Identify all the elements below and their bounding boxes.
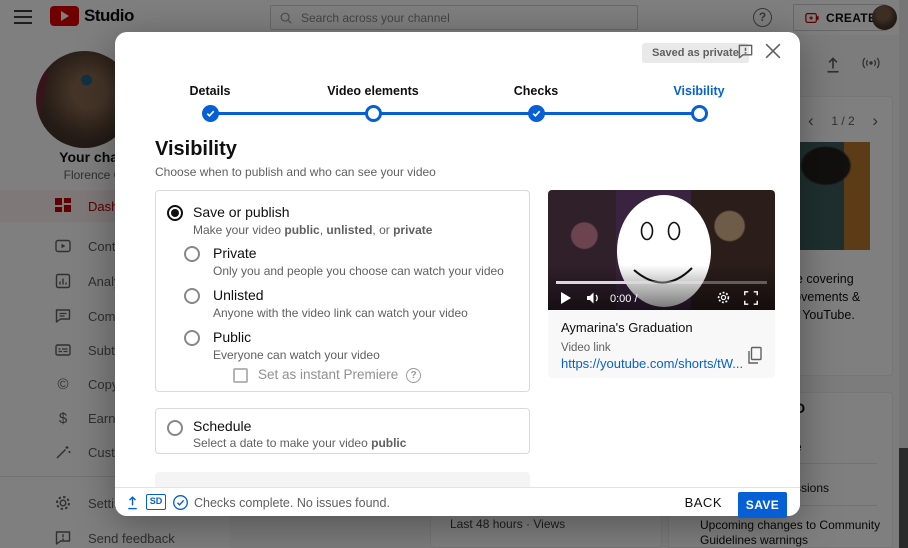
- checks-status-text: Checks complete. No issues found.: [194, 496, 390, 510]
- step-visibility-dot[interactable]: [691, 105, 708, 122]
- step-details-check-icon[interactable]: [202, 105, 219, 122]
- player-settings-icon[interactable]: [716, 290, 731, 305]
- unlisted-desc: Anyone with the video link can watch you…: [213, 306, 468, 320]
- step-label-checks[interactable]: Checks: [514, 84, 558, 98]
- private-radio[interactable]: [184, 246, 200, 262]
- step-checks-check-icon[interactable]: [528, 105, 545, 122]
- checks-complete-icon: [172, 494, 189, 511]
- private-label[interactable]: Private: [213, 245, 257, 261]
- video-info-panel: Aymarina's Graduation Video link https:/…: [548, 310, 775, 378]
- fullscreen-icon[interactable]: [744, 291, 758, 305]
- private-desc: Only you and people you choose can watch…: [213, 264, 504, 278]
- video-link-label: Video link: [561, 342, 611, 354]
- close-icon[interactable]: [765, 43, 783, 61]
- public-label[interactable]: Public: [213, 329, 251, 345]
- copy-link-icon[interactable]: [746, 346, 764, 366]
- save-or-publish-desc: Make your video public, unlisted, or pri…: [193, 223, 432, 237]
- step-label-video-elements[interactable]: Video elements: [327, 84, 418, 98]
- next-option-partial: [155, 472, 530, 487]
- volume-icon[interactable]: [586, 291, 603, 305]
- processing-upload-icon: [125, 494, 140, 511]
- progress-fill: [556, 281, 632, 284]
- video-timestamp: 0:00 /: [610, 293, 638, 305]
- unlisted-label[interactable]: Unlisted: [213, 287, 264, 303]
- instant-premiere-checkbox[interactable]: [233, 368, 248, 383]
- stepper-line: [210, 112, 699, 115]
- schedule-box: Schedule Select a date to make your vide…: [155, 408, 530, 454]
- instant-premiere-label: Set as instant Premiere: [258, 367, 398, 382]
- save-or-publish-box: Save or publish Make your video public, …: [155, 190, 530, 392]
- step-video-elements-dot[interactable]: [365, 105, 382, 122]
- status-badge: Saved as private: [642, 43, 749, 63]
- step-label-details[interactable]: Details: [190, 84, 231, 98]
- schedule-desc: Select a date to make your video public: [193, 436, 406, 450]
- save-button[interactable]: SAVE: [738, 492, 787, 518]
- save-or-publish-radio[interactable]: [167, 205, 183, 221]
- page-title: Visibility: [155, 138, 237, 161]
- video-progress-bar[interactable]: [556, 281, 767, 284]
- step-label-visibility[interactable]: Visibility: [673, 84, 724, 98]
- video-visibility-dialog: Saved as private Details Video elements …: [115, 32, 800, 516]
- premiere-help-icon[interactable]: ?: [406, 368, 421, 383]
- youtube-studio-page: Studio Search across your channel ? CREA…: [0, 0, 908, 548]
- save-or-publish-label[interactable]: Save or publish: [193, 204, 290, 220]
- controls-gradient: [548, 265, 775, 310]
- video-title: Aymarina's Graduation: [561, 320, 693, 335]
- public-radio[interactable]: [184, 330, 200, 346]
- sd-quality-badge: SD: [146, 494, 166, 510]
- back-button[interactable]: BACK: [685, 495, 722, 510]
- unlisted-radio[interactable]: [184, 288, 200, 304]
- video-link-url[interactable]: https://youtube.com/shorts/tW...: [561, 356, 743, 371]
- send-feedback-icon[interactable]: [737, 43, 755, 61]
- schedule-radio[interactable]: [167, 420, 183, 436]
- video-preview[interactable]: 0:00 /: [548, 190, 775, 310]
- schedule-label[interactable]: Schedule: [193, 418, 251, 434]
- page-subtitle: Choose when to publish and who can see y…: [155, 165, 436, 179]
- play-icon[interactable]: [560, 291, 572, 305]
- public-desc: Everyone can watch your video: [213, 348, 380, 362]
- dialog-footer: SD Checks complete. No issues found. BAC…: [115, 487, 800, 516]
